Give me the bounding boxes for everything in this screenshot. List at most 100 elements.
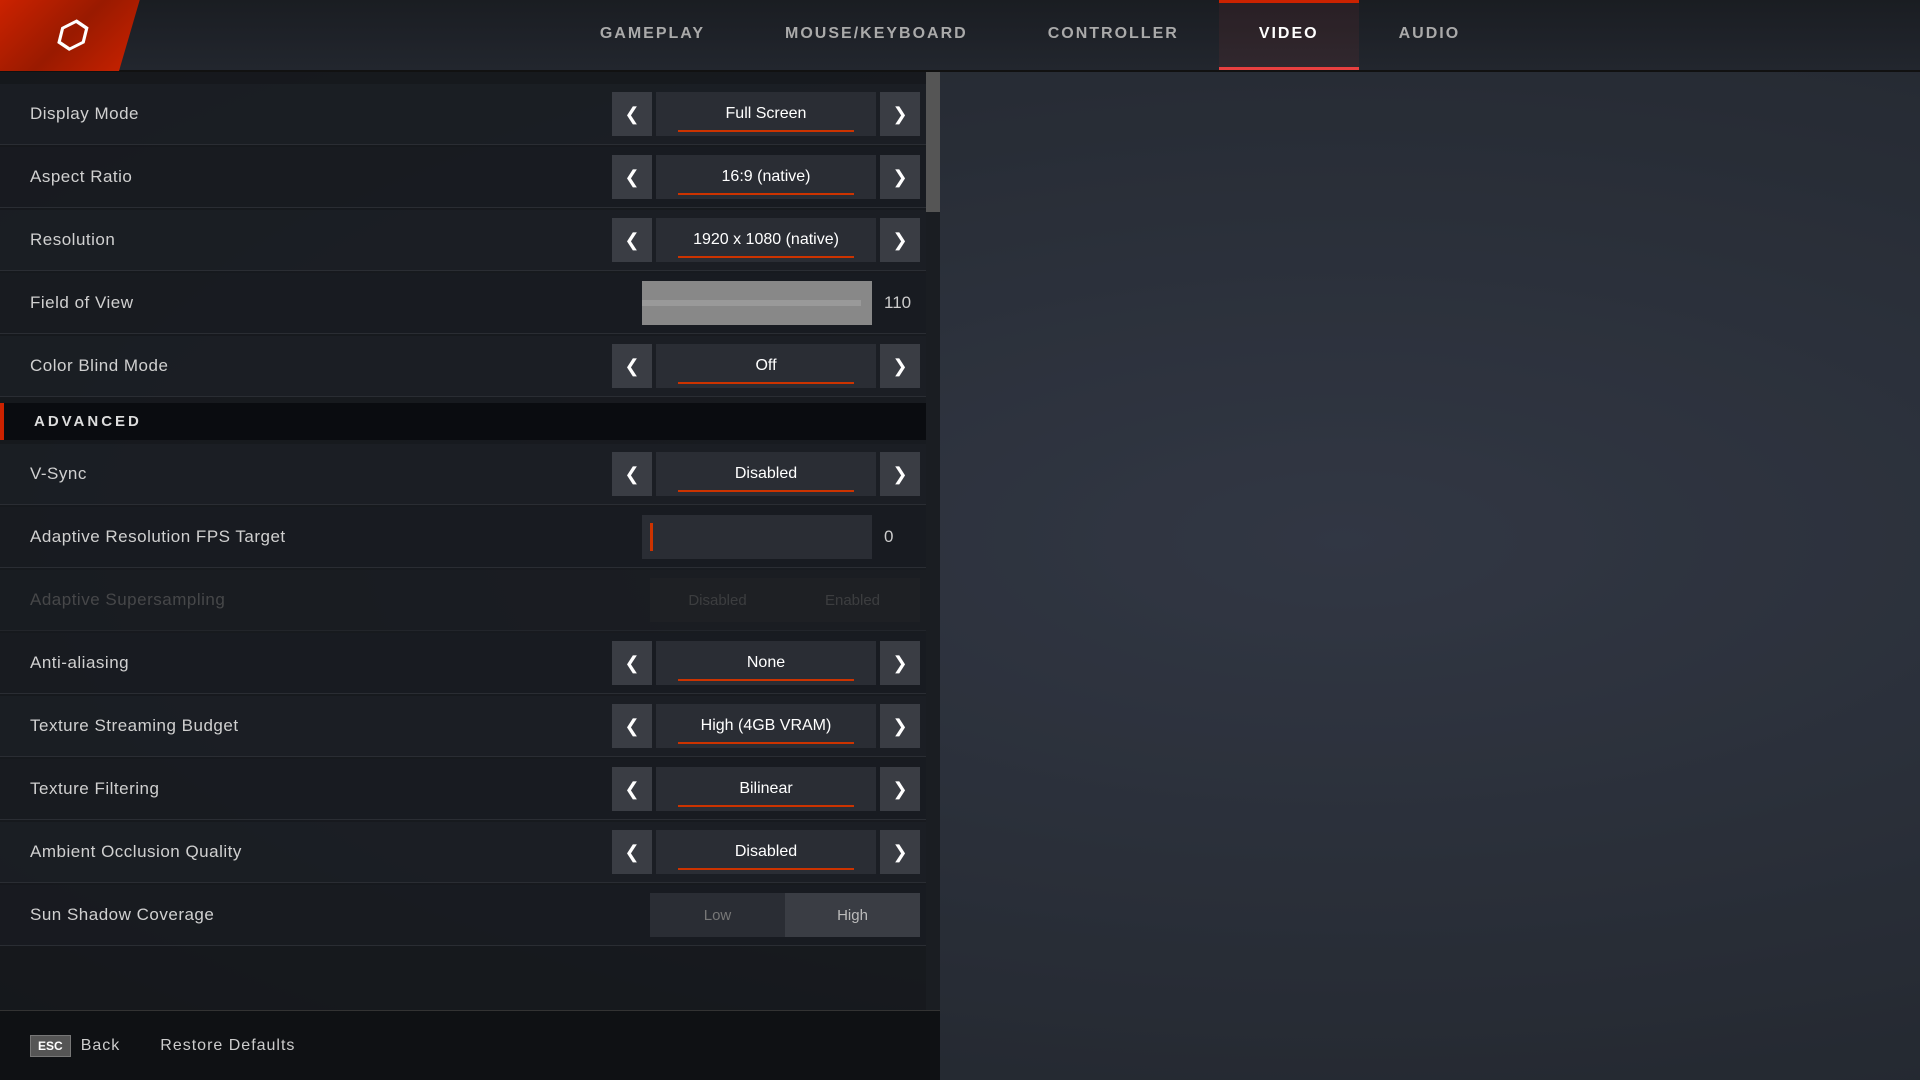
display-mode-underline <box>678 130 854 132</box>
tab-controller[interactable]: CONTROLLER <box>1008 0 1219 70</box>
colorblind-control: ❮ Off ❯ <box>612 344 920 388</box>
resolution-label: Resolution <box>30 230 612 250</box>
scrollbar-thumb <box>926 72 940 212</box>
display-mode-value: Full Screen <box>726 105 807 123</box>
texture-filtering-value-box: Bilinear <box>656 767 876 811</box>
ambient-occlusion-prev[interactable]: ❮ <box>612 830 652 874</box>
resolution-prev[interactable]: ❮ <box>612 218 652 262</box>
adaptive-supersampling-control: Disabled Enabled <box>650 578 920 622</box>
vsync-value-box: Disabled <box>656 452 876 496</box>
display-mode-next[interactable]: ❯ <box>880 92 920 136</box>
texture-streaming-next[interactable]: ❯ <box>880 704 920 748</box>
setting-row-ambient-occlusion: Ambient Occlusion Quality ❮ Disabled ❯ <box>0 822 940 883</box>
setting-row-vsync: V-Sync ❮ Disabled ❯ <box>0 444 940 505</box>
anti-aliasing-value-box: None <box>656 641 876 685</box>
display-mode-prev[interactable]: ❮ <box>612 92 652 136</box>
sun-shadow-high[interactable]: High <box>785 893 920 937</box>
fov-slider-container: 110 <box>642 281 920 325</box>
vsync-control: ❮ Disabled ❯ <box>612 452 920 496</box>
advanced-section-header: ADVANCED <box>0 403 940 440</box>
back-button[interactable]: ESC Back <box>30 1035 120 1057</box>
ambient-occlusion-control: ❮ Disabled ❯ <box>612 830 920 874</box>
ambient-occlusion-value-box: Disabled <box>656 830 876 874</box>
adaptive-supersampling-disabled: Disabled <box>650 578 785 622</box>
resolution-control: ❮ 1920 x 1080 (native) ❯ <box>612 218 920 262</box>
texture-filtering-underline <box>678 805 854 807</box>
texture-streaming-underline <box>678 742 854 744</box>
texture-streaming-prev[interactable]: ❮ <box>612 704 652 748</box>
setting-row-adaptive-fps: Adaptive Resolution FPS Target 0 <box>0 507 940 568</box>
resolution-value-box: 1920 x 1080 (native) <box>656 218 876 262</box>
adaptive-supersampling-enabled: Enabled <box>785 578 920 622</box>
right-panel <box>940 72 1920 1080</box>
adaptive-fps-slider-container: 0 <box>642 515 920 559</box>
resolution-next[interactable]: ❯ <box>880 218 920 262</box>
display-mode-value-box: Full Screen <box>656 92 876 136</box>
sun-shadow-low[interactable]: Low <box>650 893 785 937</box>
setting-row-anti-aliasing: Anti-aliasing ❮ None ❯ <box>0 633 940 694</box>
ambient-occlusion-next[interactable]: ❯ <box>880 830 920 874</box>
colorblind-label: Color Blind Mode <box>30 356 612 376</box>
colorblind-prev[interactable]: ❮ <box>612 344 652 388</box>
anti-aliasing-underline <box>678 679 854 681</box>
tab-audio[interactable]: AUDIO <box>1359 0 1501 70</box>
adaptive-supersampling-toggle: Disabled Enabled <box>650 578 920 622</box>
sun-shadow-control: Low High <box>650 893 920 937</box>
esc-badge: ESC <box>30 1035 71 1057</box>
setting-row-texture-streaming: Texture Streaming Budget ❮ High (4GB VRA… <box>0 696 940 757</box>
ambient-occlusion-underline <box>678 868 854 870</box>
tab-mouse-keyboard[interactable]: MOUSE/KEYBOARD <box>745 0 1008 70</box>
sun-shadow-toggle: Low High <box>650 893 920 937</box>
adaptive-fps-slider[interactable] <box>642 515 872 559</box>
setting-row-aspect-ratio: Aspect Ratio ❮ 16:9 (native) ❯ <box>0 147 940 208</box>
tab-video[interactable]: VIDEO <box>1219 0 1359 70</box>
colorblind-value-box: Off <box>656 344 876 388</box>
colorblind-next[interactable]: ❯ <box>880 344 920 388</box>
texture-streaming-label: Texture Streaming Budget <box>30 716 612 736</box>
fov-label: Field of View <box>30 293 642 313</box>
sun-shadow-label: Sun Shadow Coverage <box>30 905 650 925</box>
vsync-prev[interactable]: ❮ <box>612 452 652 496</box>
vsync-next[interactable]: ❯ <box>880 452 920 496</box>
anti-aliasing-value: None <box>747 654 785 672</box>
texture-filtering-next[interactable]: ❯ <box>880 767 920 811</box>
aspect-ratio-value: 16:9 (native) <box>722 168 811 186</box>
setting-row-sun-shadow: Sun Shadow Coverage Low High <box>0 885 940 946</box>
adaptive-supersampling-label: Adaptive Supersampling <box>30 590 650 610</box>
setting-row-resolution: Resolution ❮ 1920 x 1080 (native) ❯ <box>0 210 940 271</box>
setting-row-display-mode: Display Mode ❮ Full Screen ❯ <box>0 84 940 145</box>
aspect-ratio-control: ❮ 16:9 (native) ❯ <box>612 155 920 199</box>
apex-logo: ⬡ <box>54 14 85 56</box>
setting-row-fov: Field of View 110 <box>0 273 940 334</box>
nav-tabs: GAMEPLAY MOUSE/KEYBOARD CONTROLLER VIDEO… <box>140 0 1920 70</box>
texture-streaming-value: High (4GB VRAM) <box>701 717 832 735</box>
vsync-label: V-Sync <box>30 464 612 484</box>
anti-aliasing-next[interactable]: ❯ <box>880 641 920 685</box>
texture-filtering-prev[interactable]: ❮ <box>612 767 652 811</box>
adaptive-fps-label: Adaptive Resolution FPS Target <box>30 527 642 547</box>
tab-gameplay[interactable]: GAMEPLAY <box>560 0 745 70</box>
fov-slider-track[interactable] <box>642 281 872 325</box>
main-content: Display Mode ❮ Full Screen ❯ Aspect Rati… <box>0 72 1920 1080</box>
fov-slider-fill <box>642 300 861 306</box>
adaptive-fps-handle <box>650 523 653 551</box>
texture-filtering-label: Texture Filtering <box>30 779 612 799</box>
aspect-ratio-value-box: 16:9 (native) <box>656 155 876 199</box>
settings-scroll[interactable]: Display Mode ❮ Full Screen ❯ Aspect Rati… <box>0 72 940 1010</box>
anti-aliasing-prev[interactable]: ❮ <box>612 641 652 685</box>
aspect-ratio-next[interactable]: ❯ <box>880 155 920 199</box>
aspect-ratio-prev[interactable]: ❮ <box>612 155 652 199</box>
footer: ESC Back Restore Defaults <box>0 1010 940 1080</box>
texture-streaming-control: ❮ High (4GB VRAM) ❯ <box>612 704 920 748</box>
back-label: Back <box>81 1037 121 1055</box>
display-mode-label: Display Mode <box>30 104 612 124</box>
setting-row-texture-filtering: Texture Filtering ❮ Bilinear ❯ <box>0 759 940 820</box>
setting-row-colorblind: Color Blind Mode ❮ Off ❯ <box>0 336 940 397</box>
settings-panel: Display Mode ❮ Full Screen ❯ Aspect Rati… <box>0 72 940 1080</box>
display-mode-control: ❮ Full Screen ❯ <box>612 92 920 136</box>
logo-area: ⬡ <box>0 0 140 71</box>
scrollbar-track[interactable] <box>926 72 940 1010</box>
texture-streaming-value-box: High (4GB VRAM) <box>656 704 876 748</box>
restore-defaults-button[interactable]: Restore Defaults <box>160 1037 295 1055</box>
ambient-occlusion-label: Ambient Occlusion Quality <box>30 842 612 862</box>
